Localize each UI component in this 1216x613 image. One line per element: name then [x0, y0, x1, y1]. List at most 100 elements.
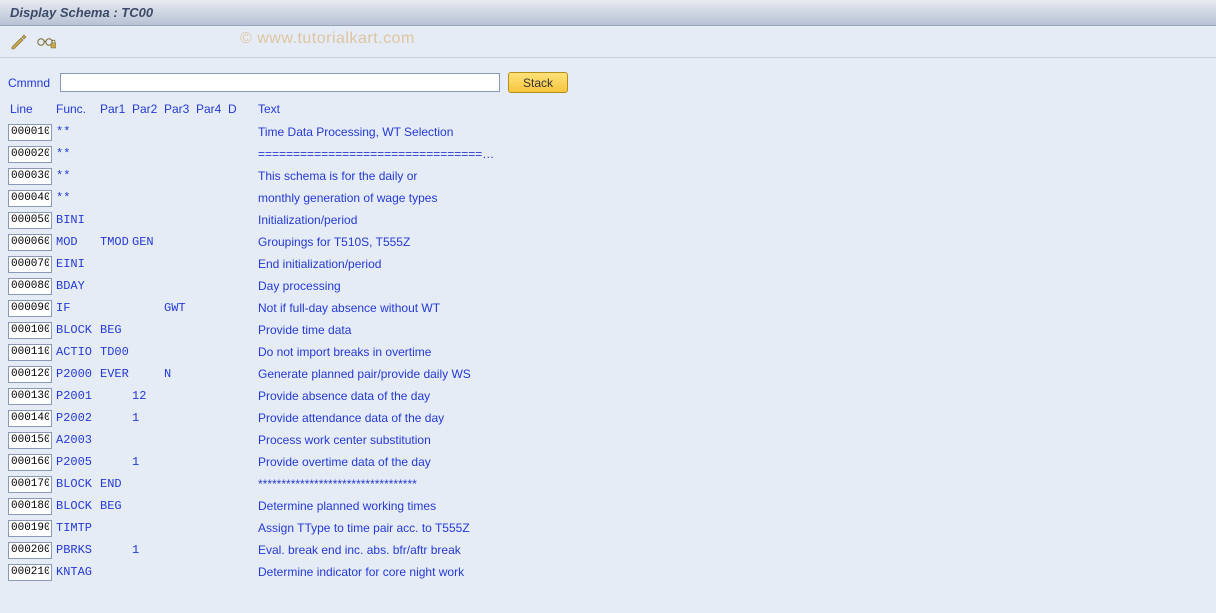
table-row: ** Time Data Processing, WT Selection — [6, 121, 1210, 143]
cell-par2: 12 — [132, 389, 164, 403]
cell-text: Day processing — [240, 279, 1210, 293]
cell-line — [6, 387, 56, 405]
table-row: P2005 1 Provide overtime data of the day — [6, 451, 1210, 473]
cell-func: BDAY — [56, 279, 100, 293]
line-input[interactable] — [8, 256, 52, 273]
line-input[interactable] — [8, 498, 52, 515]
table-row: **This schema is for the daily or — [6, 165, 1210, 187]
cell-line — [6, 299, 56, 317]
cell-line — [6, 255, 56, 273]
table-row: BLOCKBEG Determine planned working times — [6, 495, 1210, 517]
cell-func: IF — [56, 301, 100, 315]
line-input[interactable] — [8, 300, 52, 317]
line-input[interactable] — [8, 454, 52, 471]
line-input[interactable] — [8, 388, 52, 405]
pencil-toggle-icon[interactable] — [10, 32, 30, 52]
cell-par2: GEN — [132, 235, 164, 249]
line-input[interactable] — [8, 366, 52, 383]
line-input[interactable] — [8, 278, 52, 295]
header-d: D — [228, 102, 240, 116]
line-input[interactable] — [8, 410, 52, 427]
cell-line — [6, 343, 56, 361]
cell-par1: TMOD — [100, 235, 132, 249]
watermark-text: © www.tutorialkart.com — [240, 30, 415, 48]
cell-text: Assign TType to time pair acc. to T555Z — [240, 521, 1210, 535]
table-row: P20021Provide attendance data of the day — [6, 407, 1210, 429]
cell-text: End initialization/period — [240, 257, 1210, 271]
cell-func: BLOCK — [56, 499, 100, 513]
table-row: BINIInitialization/period — [6, 209, 1210, 231]
cell-text: Determine planned working times — [240, 499, 1210, 513]
cell-func: EINI — [56, 257, 100, 271]
stack-button[interactable]: Stack — [508, 72, 568, 93]
line-input[interactable] — [8, 432, 52, 449]
cell-line — [6, 453, 56, 471]
line-input[interactable] — [8, 322, 52, 339]
cell-line — [6, 123, 56, 141]
table-row: P2000EVERNGenerate planned pair/provide … — [6, 363, 1210, 385]
line-input[interactable] — [8, 520, 52, 537]
cell-text: Not if full-day absence without WT — [240, 301, 1210, 315]
grid-body: **Time Data Processing, WT Selection**==… — [6, 121, 1210, 583]
line-input[interactable] — [8, 234, 52, 251]
line-input[interactable] — [8, 564, 52, 581]
cell-text: Initialization/period — [240, 213, 1210, 227]
cell-par3: GWT — [164, 301, 196, 315]
line-input[interactable] — [8, 542, 52, 559]
cell-func: P2005 — [56, 455, 100, 469]
cell-func: MOD — [56, 235, 100, 249]
line-input[interactable] — [8, 344, 52, 361]
line-input[interactable] — [8, 190, 52, 207]
cell-par1: BEG — [100, 499, 132, 513]
cell-func: BLOCK — [56, 477, 100, 491]
cell-text: Provide attendance data of the day — [240, 411, 1210, 425]
cell-text: Eval. break end inc. abs. bfr/aftr break — [240, 543, 1210, 557]
glasses-lock-icon[interactable] — [36, 32, 56, 52]
cell-func: ** — [56, 125, 100, 139]
header-func: Func. — [56, 102, 100, 116]
cell-line — [6, 145, 56, 163]
page-title: Display Schema : TC00 — [10, 5, 153, 20]
header-par2: Par2 — [132, 102, 164, 116]
table-row: EINI End initialization/period — [6, 253, 1210, 275]
cell-text: Process work center substitution — [240, 433, 1210, 447]
header-par1: Par1 — [100, 102, 132, 116]
cell-line — [6, 211, 56, 229]
line-input[interactable] — [8, 146, 52, 163]
cell-line — [6, 233, 56, 251]
line-input[interactable] — [8, 124, 52, 141]
cell-text: Time Data Processing, WT Selection — [240, 125, 1210, 139]
cell-text: Groupings for T510S, T555Z — [240, 235, 1210, 249]
cell-func: ** — [56, 169, 100, 183]
table-row: BDAY Day processing — [6, 275, 1210, 297]
cell-text: monthly generation of wage types — [240, 191, 1210, 205]
cell-func: P2002 — [56, 411, 100, 425]
table-row: P200112Provide absence data of the day — [6, 385, 1210, 407]
cell-text: Provide overtime data of the day — [240, 455, 1210, 469]
table-row: BLOCKBEGProvide time data — [6, 319, 1210, 341]
cell-func: ** — [56, 191, 100, 205]
line-input[interactable] — [8, 212, 52, 229]
header-line: Line — [6, 102, 56, 116]
cell-text: Determine indicator for core night work — [240, 565, 1210, 579]
table-row: TIMTPAssign TType to time pair acc. to T… — [6, 517, 1210, 539]
cell-par2: 1 — [132, 455, 164, 469]
line-input[interactable] — [8, 476, 52, 493]
line-input[interactable] — [8, 168, 52, 185]
content-area: Cmmnd Stack Line Func. Par1 Par2 Par3 Pa… — [0, 58, 1216, 613]
cell-par2: 1 — [132, 543, 164, 557]
table-row: A2003Process work center substitution — [6, 429, 1210, 451]
table-row: IF GWT Not if full-day absence without WT — [6, 297, 1210, 319]
cell-func: P2000 — [56, 367, 100, 381]
cell-line — [6, 365, 56, 383]
command-input[interactable] — [60, 73, 500, 92]
cell-func: ** — [56, 147, 100, 161]
cell-par1: EVER — [100, 367, 132, 381]
cell-line — [6, 497, 56, 515]
cell-text: ********************************** — [240, 477, 1210, 491]
header-par4: Par4 — [196, 102, 228, 116]
cell-text: Generate planned pair/provide daily WS — [240, 367, 1210, 381]
cell-par1: END — [100, 477, 132, 491]
cell-line — [6, 409, 56, 427]
cell-line — [6, 563, 56, 581]
